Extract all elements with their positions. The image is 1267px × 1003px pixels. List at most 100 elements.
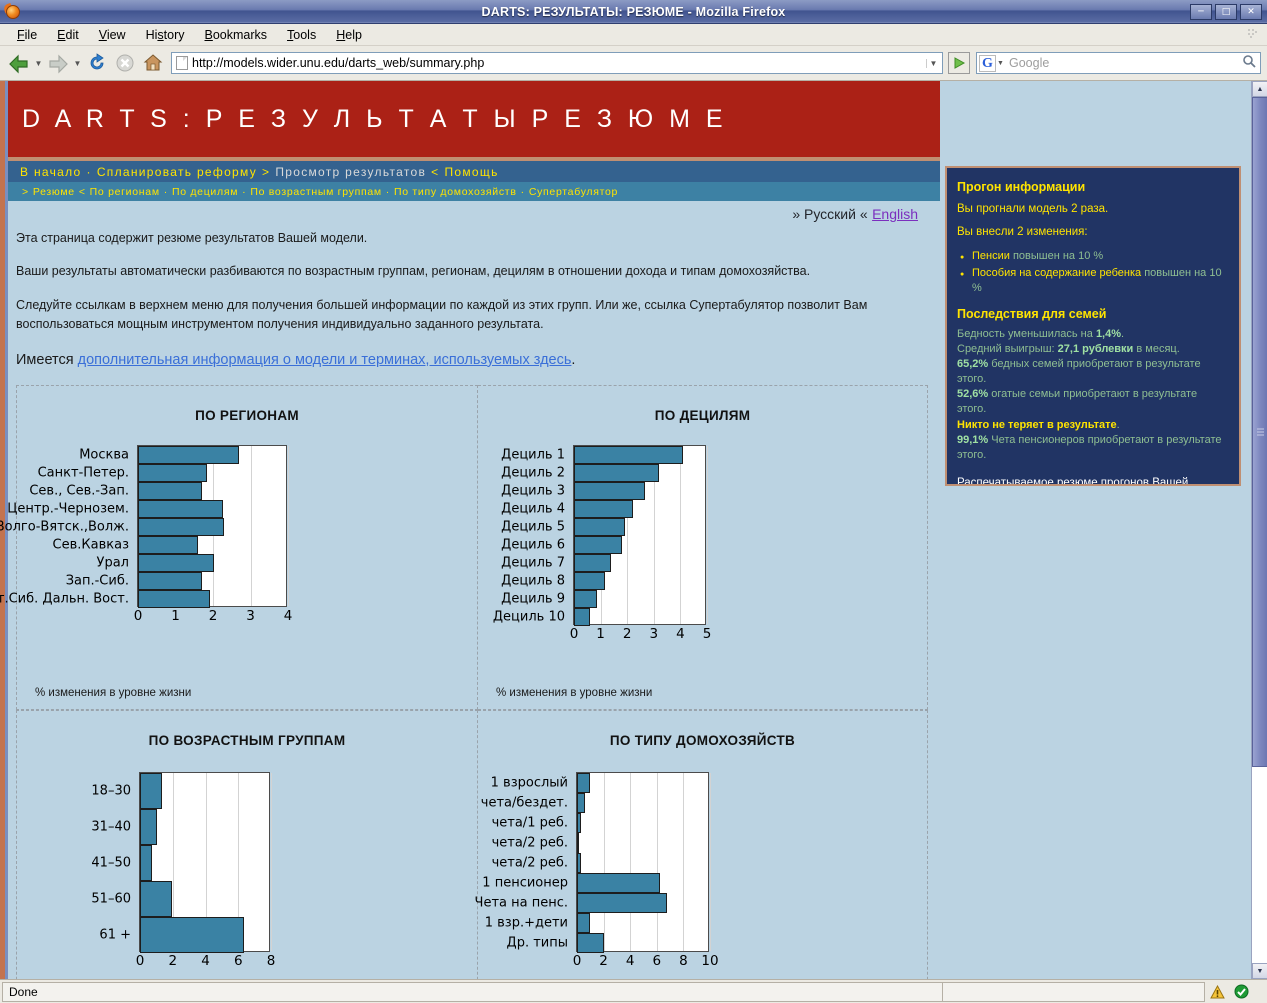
chart-x-tick-label: 1 <box>171 608 180 624</box>
nav-secondary-item-1[interactable]: По регионам <box>90 186 160 198</box>
more-info-suffix: . <box>571 352 575 368</box>
chart-plot-area: Дециль 1Дециль 2Дециль 3Дециль 4Дециль 5… <box>573 445 927 625</box>
chart-y-axis-labels: 1 взрослыйчета/бездет.чета/1 реб.чета/2 … <box>482 773 572 953</box>
chart-y-tick-label: 61 + <box>99 927 131 942</box>
close-button[interactable]: ✕ <box>1240 4 1262 20</box>
chart-bar <box>574 536 622 554</box>
plot-frame: 18–3031–4041–5051–6061 +02468 <box>139 772 270 952</box>
minimize-button[interactable]: ─ <box>1190 4 1212 20</box>
sidebar-effect-item: 99,1% Чета пенсионеров приобретают в рез… <box>957 433 1229 463</box>
menu-bookmarks[interactable]: Bookmarks <box>196 26 277 44</box>
chart-x-axis: 02468 <box>140 951 271 973</box>
chart-x-tick-label: 0 <box>573 953 582 969</box>
chart-y-tick-label: Дециль 2 <box>501 465 565 480</box>
url-bar[interactable]: http://models.wider.unu.edu/darts_web/su… <box>171 52 943 74</box>
back-dropdown-icon[interactable]: ▼ <box>34 59 43 68</box>
intro-paragraph-2: Ваши результаты автоматически разбиваютс… <box>16 262 926 281</box>
search-bar[interactable]: G ▼ Google <box>976 52 1261 74</box>
chart-axis-caption: % изменения в уровне жизни <box>35 687 191 699</box>
page-scrollbar[interactable]: ▲ ▼ <box>1251 81 1267 979</box>
chart-bar-row <box>577 793 708 813</box>
reload-button[interactable] <box>84 51 110 75</box>
nav-primary-item-2[interactable]: Просмотр результатов <box>275 165 426 179</box>
chart-bar-row <box>574 536 705 554</box>
back-button[interactable] <box>6 51 32 75</box>
url-input[interactable]: http://models.wider.unu.edu/darts_web/su… <box>192 56 926 70</box>
change-name: Пособия на содержание ребенка <box>972 267 1144 279</box>
window-titlebar: DARTS: РЕЗУЛЬТАТЫ: РЕЗЮМЕ - Mozilla Fire… <box>0 0 1267 24</box>
grip-dots-icon <box>1246 27 1259 40</box>
window-resizer[interactable] <box>1253 982 1267 1002</box>
menu-help[interactable]: Help <box>327 26 371 44</box>
effect-suffix: Чета пенсионеров приобретают в результат… <box>957 434 1222 461</box>
nav-secondary-item-2[interactable]: По децилям <box>172 186 238 198</box>
chart-bar-row <box>138 500 286 518</box>
menu-edit[interactable]: Edit <box>48 26 88 44</box>
gridline <box>710 773 711 951</box>
scrollbar-thumb[interactable] <box>1252 97 1267 767</box>
nav-separator: · <box>160 186 172 198</box>
search-engine-dropdown-icon[interactable]: ▼ <box>997 60 1005 67</box>
search-icon[interactable] <box>1238 54 1260 73</box>
effect-value: 52,6% <box>957 388 988 400</box>
chart-x-tick-label: 4 <box>284 608 293 624</box>
go-button[interactable] <box>948 52 970 74</box>
nav-marker: > <box>18 186 33 198</box>
printable-summary-link[interactable]: Распечатываемое резюме прогонов Вашей мо… <box>957 477 1229 486</box>
menu-history[interactable]: History <box>137 26 194 44</box>
stop-button[interactable] <box>112 51 138 75</box>
chart-bar <box>140 809 157 845</box>
home-button[interactable] <box>140 51 166 75</box>
nav-primary-item-0[interactable]: В начало <box>20 165 82 179</box>
menu-tools[interactable]: Tools <box>278 26 325 44</box>
warning-triangle-icon[interactable] <box>1205 982 1229 1002</box>
scroll-down-button[interactable]: ▼ <box>1252 963 1267 979</box>
chart-bar-row <box>574 446 705 464</box>
more-info-link[interactable]: дополнительная информация о модели и тер… <box>78 352 572 368</box>
chart-y-tick-label: чета/бездет. <box>481 795 568 810</box>
chart-plot-area: 1 взрослыйчета/бездет.чета/1 реб.чета/2 … <box>576 772 927 952</box>
chart-bar <box>140 773 162 809</box>
sidebar-effects-heading: Последствия для семей <box>957 307 1229 321</box>
maximize-button[interactable]: □ <box>1215 4 1237 20</box>
chart-bar-row <box>140 809 269 845</box>
menu-file[interactable]: FFileile <box>8 26 46 44</box>
nav-primary-item-3[interactable]: Помощь <box>444 165 498 179</box>
menu-view[interactable]: View <box>90 26 135 44</box>
chart-y-tick-label: 31–40 <box>91 819 131 834</box>
nav-primary-item-1[interactable]: Спланировать реформу <box>97 165 257 179</box>
chart-y-tick-label: Дециль 3 <box>501 483 565 498</box>
nav-secondary-item-0[interactable]: Резюме <box>33 186 75 198</box>
scroll-up-button[interactable]: ▲ <box>1252 81 1267 97</box>
chart-bar-row <box>577 853 708 873</box>
chart-bar <box>574 572 605 590</box>
chart-bar-row <box>574 518 705 536</box>
chart-y-tick-label: Дециль 10 <box>493 609 565 624</box>
chart-bar <box>577 793 585 813</box>
chart-y-tick-label: чета/2 реб. <box>492 835 568 850</box>
search-input[interactable]: Google <box>1005 56 1238 70</box>
forward-dropdown-icon[interactable]: ▼ <box>73 59 82 68</box>
security-check-icon[interactable] <box>1229 982 1253 1002</box>
gridline <box>707 446 708 624</box>
chart-bar <box>574 500 633 518</box>
chart-bar-row <box>140 773 269 809</box>
chart-y-tick-label: чета/2 реб. <box>492 855 568 870</box>
scrollbar-track[interactable] <box>1252 97 1267 963</box>
chart-y-tick-label: Дециль 1 <box>501 447 565 462</box>
chart-bar-row <box>577 893 708 913</box>
nav-separator: · <box>238 186 250 198</box>
nav-secondary-item-5[interactable]: Супертабулятор <box>529 186 618 198</box>
nav-secondary-item-3[interactable]: По возрастным группам <box>250 186 381 198</box>
page-content: D A R T S : Р Е З У Л Ь Т А Т Ы Р Е З Ю … <box>0 81 1267 979</box>
chart-x-tick-label: 10 <box>701 953 718 969</box>
chart-x-tick-label: 6 <box>234 953 243 969</box>
language-english-link[interactable]: English <box>872 206 918 222</box>
forward-button[interactable] <box>45 51 71 75</box>
chart-bar <box>577 933 604 953</box>
nav-secondary-item-4[interactable]: По типу домохозяйств <box>394 186 517 198</box>
url-dropdown-icon[interactable]: ▼ <box>926 59 940 68</box>
page-title: D A R T S : Р Е З У Л Ь Т А Т Ы Р Е З Ю … <box>22 105 727 134</box>
chart-bar <box>577 853 581 873</box>
chart-bar-row <box>138 554 286 572</box>
